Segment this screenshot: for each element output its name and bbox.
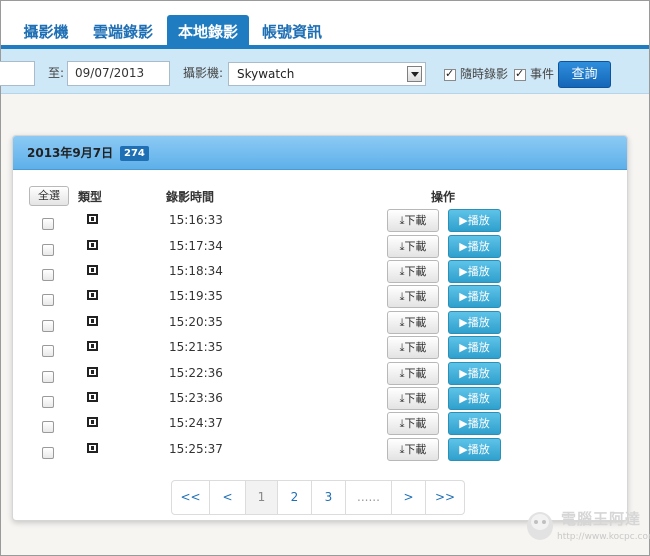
download-button[interactable]: ⤓下載	[387, 209, 439, 232]
row-checkbox[interactable]	[42, 320, 54, 332]
table-row: 15:19:35 ⤓下載 ▶播放	[13, 285, 627, 310]
download-button[interactable]: ⤓下載	[387, 260, 439, 283]
film-icon	[87, 391, 98, 405]
filter-bar: 至: 09/07/2013 攝影機: Skywatch 隨時錄影 事件 查詢	[0, 49, 649, 94]
event-label: 事件	[530, 67, 555, 81]
recording-time: 15:17:34	[169, 239, 223, 253]
page-first-button[interactable]: <<	[172, 481, 210, 514]
to-date-field[interactable]: 09/07/2013	[67, 61, 170, 86]
tab-cloud-recordings[interactable]: 雲端錄影	[87, 15, 159, 49]
table-row: 15:22:36 ⤓下載 ▶播放	[13, 362, 627, 387]
recording-time: 15:23:36	[169, 391, 223, 405]
top-tab-bar: 攝影機 雲端錄影 本地錄影 帳號資訊	[1, 1, 649, 49]
play-button[interactable]: ▶播放	[448, 412, 501, 435]
recording-time: 15:21:35	[169, 340, 223, 354]
mascot-icon	[527, 512, 553, 540]
play-button[interactable]: ▶播放	[448, 336, 501, 359]
recording-time: 15:20:35	[169, 315, 223, 329]
film-icon	[87, 366, 98, 380]
camera-label: 攝影機:	[183, 66, 224, 80]
row-checkbox[interactable]	[42, 396, 54, 408]
play-button[interactable]: ▶播放	[448, 438, 501, 461]
page-1-button[interactable]: 1	[246, 481, 278, 514]
film-icon	[87, 264, 98, 278]
query-button[interactable]: 查詢	[558, 61, 611, 88]
play-button[interactable]: ▶播放	[448, 387, 501, 410]
recording-time: 15:16:33	[169, 213, 223, 227]
watermark-logo: 電腦王阿達 http://www.kocpc.com.tw	[523, 504, 650, 548]
recording-time: 15:18:34	[169, 264, 223, 278]
page-ellipsis: ......	[346, 481, 392, 514]
play-button[interactable]: ▶播放	[448, 260, 501, 283]
table-row: 15:21:35 ⤓下載 ▶播放	[13, 336, 627, 361]
row-checkbox[interactable]	[42, 371, 54, 383]
panel-header: 2013年9月7日 274	[13, 136, 627, 170]
watermark-url: http://www.kocpc.com.tw	[557, 532, 650, 542]
row-checkbox[interactable]	[42, 345, 54, 357]
film-icon	[87, 416, 98, 430]
recording-time: 15:22:36	[169, 366, 223, 380]
recording-time: 15:25:37	[169, 442, 223, 456]
recording-time: 15:24:37	[169, 416, 223, 430]
row-checkbox[interactable]	[42, 447, 54, 459]
row-checkbox[interactable]	[42, 244, 54, 256]
download-button[interactable]: ⤓下載	[387, 362, 439, 385]
column-header-action: 操作	[431, 190, 456, 204]
play-button[interactable]: ▶播放	[448, 235, 501, 258]
play-button[interactable]: ▶播放	[448, 285, 501, 308]
play-button[interactable]: ▶播放	[448, 362, 501, 385]
play-button[interactable]: ▶播放	[448, 311, 501, 334]
event-checkbox[interactable]	[514, 67, 526, 81]
realtime-label: 隨時錄影	[460, 67, 509, 81]
table-row: 15:23:36 ⤓下載 ▶播放	[13, 387, 627, 412]
page-last-button[interactable]: >>	[426, 481, 464, 514]
row-checkbox[interactable]	[42, 421, 54, 433]
page-2-button[interactable]: 2	[278, 481, 312, 514]
from-date-field[interactable]	[0, 61, 35, 86]
download-button[interactable]: ⤓下載	[387, 438, 439, 461]
tab-cameras[interactable]: 攝影機	[15, 15, 77, 49]
film-icon	[87, 239, 98, 253]
panel-date-title: 2013年9月7日	[27, 146, 114, 160]
table-row: 15:17:34 ⤓下載 ▶播放	[13, 235, 627, 260]
select-all-button[interactable]: 全選	[29, 186, 69, 206]
recording-count-badge: 274	[120, 146, 149, 161]
table-row: 15:20:35 ⤓下載 ▶播放	[13, 311, 627, 336]
table-row: 15:16:33 ⤓下載 ▶播放	[13, 209, 627, 234]
film-icon	[87, 442, 98, 456]
film-icon	[87, 213, 98, 227]
film-icon	[87, 289, 98, 303]
download-button[interactable]: ⤓下載	[387, 285, 439, 308]
chevron-down-icon[interactable]	[407, 66, 422, 82]
column-header-time: 錄影時間	[166, 190, 215, 204]
download-button[interactable]: ⤓下載	[387, 336, 439, 359]
recordings-panel: 2013年9月7日 274 全選 類型 錄影時間 操作 15:16:33 ⤓下載…	[12, 135, 628, 521]
watermark-text: 電腦王阿達	[561, 510, 642, 528]
download-button[interactable]: ⤓下載	[387, 412, 439, 435]
tab-account-info[interactable]: 帳號資訊	[255, 15, 329, 49]
download-button[interactable]: ⤓下載	[387, 235, 439, 258]
page-next-button[interactable]: >	[392, 481, 426, 514]
realtime-checkbox[interactable]	[444, 67, 456, 81]
download-button[interactable]: ⤓下載	[387, 311, 439, 334]
row-checkbox[interactable]	[42, 294, 54, 306]
camera-select[interactable]: Skywatch	[228, 62, 426, 86]
table-row: 15:18:34 ⤓下載 ▶播放	[13, 260, 627, 285]
download-button[interactable]: ⤓下載	[387, 387, 439, 410]
film-icon	[87, 315, 98, 329]
table-row: 15:25:37 ⤓下載 ▶播放	[13, 438, 627, 463]
pagination: << < 1 2 3 ...... > >>	[171, 480, 465, 515]
tab-local-recordings[interactable]: 本地錄影	[167, 15, 249, 49]
row-checkbox[interactable]	[42, 269, 54, 281]
page-prev-button[interactable]: <	[210, 481, 246, 514]
table-row: 15:24:37 ⤓下載 ▶播放	[13, 412, 627, 437]
camera-select-value: Skywatch	[237, 67, 295, 81]
page-3-button[interactable]: 3	[312, 481, 346, 514]
column-header-type: 類型	[78, 190, 103, 204]
row-checkbox[interactable]	[42, 218, 54, 230]
play-button[interactable]: ▶播放	[448, 209, 501, 232]
film-icon	[87, 340, 98, 354]
recording-time: 15:19:35	[169, 289, 223, 303]
to-label: 至:	[48, 66, 65, 80]
